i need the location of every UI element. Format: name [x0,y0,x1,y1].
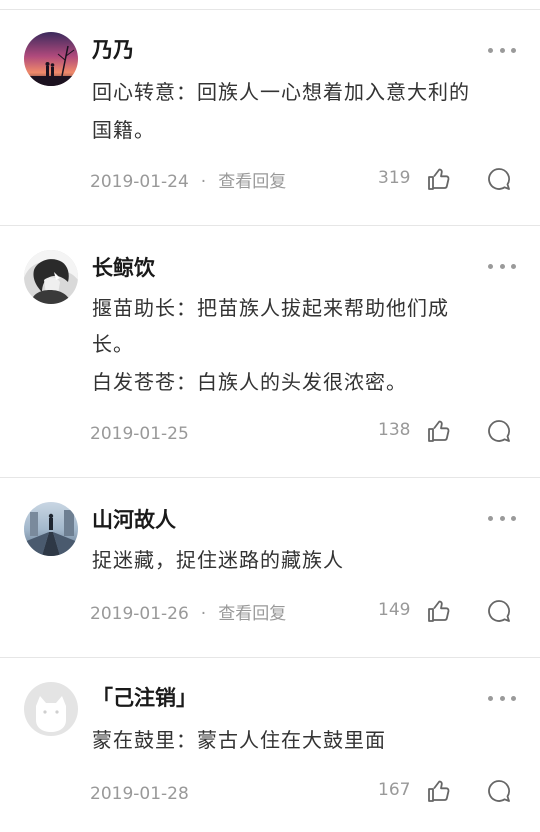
comment-date: 2019-01-28 [90,784,189,804]
comment-meta: 2019-01-26 · 查看回复 [90,602,286,626]
like-count: 149 [378,600,411,620]
thumbs-up-icon[interactable] [426,166,452,192]
username[interactable]: 乃乃 [92,36,134,64]
more-options-icon[interactable] [488,508,516,528]
comment-text-line: 蒙在鼓里：蒙古人住在大鼓里面 [92,728,386,752]
like-count: 167 [378,780,411,800]
more-options-icon[interactable] [488,688,516,708]
more-options-icon[interactable] [488,40,516,60]
more-options-icon[interactable] [488,256,516,276]
comment-text-line: 长。 [92,332,134,356]
username[interactable]: 山河故人 [92,506,176,534]
reply-bubble-icon[interactable] [486,778,512,804]
like-count: 138 [378,420,411,440]
comment-meta: 2019-01-24 · 查看回复 [90,170,286,194]
comment-meta: 2019-01-28 [90,782,189,806]
comment-date: 2019-01-25 [90,424,189,444]
comment-item: 乃乃 回心转意：回族人一心想着加入意大利的 国籍。 2019-01-24 · 查看回… [0,10,540,226]
username[interactable]: 「己注销」 [92,684,197,712]
thumbs-up-icon[interactable] [426,418,452,444]
meta-separator: · [200,604,207,624]
like-count: 319 [378,168,411,188]
road-landscape-avatar-icon [24,502,78,556]
view-replies-link[interactable]: 查看回复 [218,604,286,624]
avatar[interactable] [24,682,78,736]
comment-text-line: 揠苗助长：把苗族人拔起来帮助他们成 [92,296,449,320]
comment-text-line: 回心转意：回族人一心想着加入意大利的 [92,80,470,104]
default-cat-avatar-icon [24,682,78,736]
anime-character-avatar-icon [24,250,78,304]
comment-item: 长鲸饮 揠苗助长：把苗族人拔起来帮助他们成 长。 白发苍苍：白族人的头发很浓密。… [0,226,540,478]
reply-bubble-icon[interactable] [486,418,512,444]
avatar[interactable] [24,250,78,304]
comment-text-line: 国籍。 [92,118,155,142]
comment-date: 2019-01-24 [90,172,189,192]
comment-text-line: 白发苍苍：白族人的头发很浓密。 [92,370,407,394]
username[interactable]: 长鲸饮 [92,254,155,282]
reply-bubble-icon[interactable] [486,598,512,624]
comment-text-line: 捉迷藏，捉住迷路的藏族人 [92,548,344,572]
thumbs-up-icon[interactable] [426,598,452,624]
thumbs-up-icon[interactable] [426,778,452,804]
view-replies-link[interactable]: 查看回复 [218,172,286,192]
comment-date: 2019-01-26 [90,604,189,624]
comment-item: 「己注销」 蒙在鼓里：蒙古人住在大鼓里面 2019-01-28 167 [0,658,540,832]
comment-item: 山河故人 捉迷藏，捉住迷路的藏族人 2019-01-26 · 查看回复 149 [0,478,540,658]
reply-bubble-icon[interactable] [486,166,512,192]
avatar[interactable] [24,32,78,86]
meta-separator: · [200,172,207,192]
comment-meta: 2019-01-25 [90,422,189,446]
avatar[interactable] [24,502,78,556]
sunset-silhouette-avatar-icon [24,32,78,86]
